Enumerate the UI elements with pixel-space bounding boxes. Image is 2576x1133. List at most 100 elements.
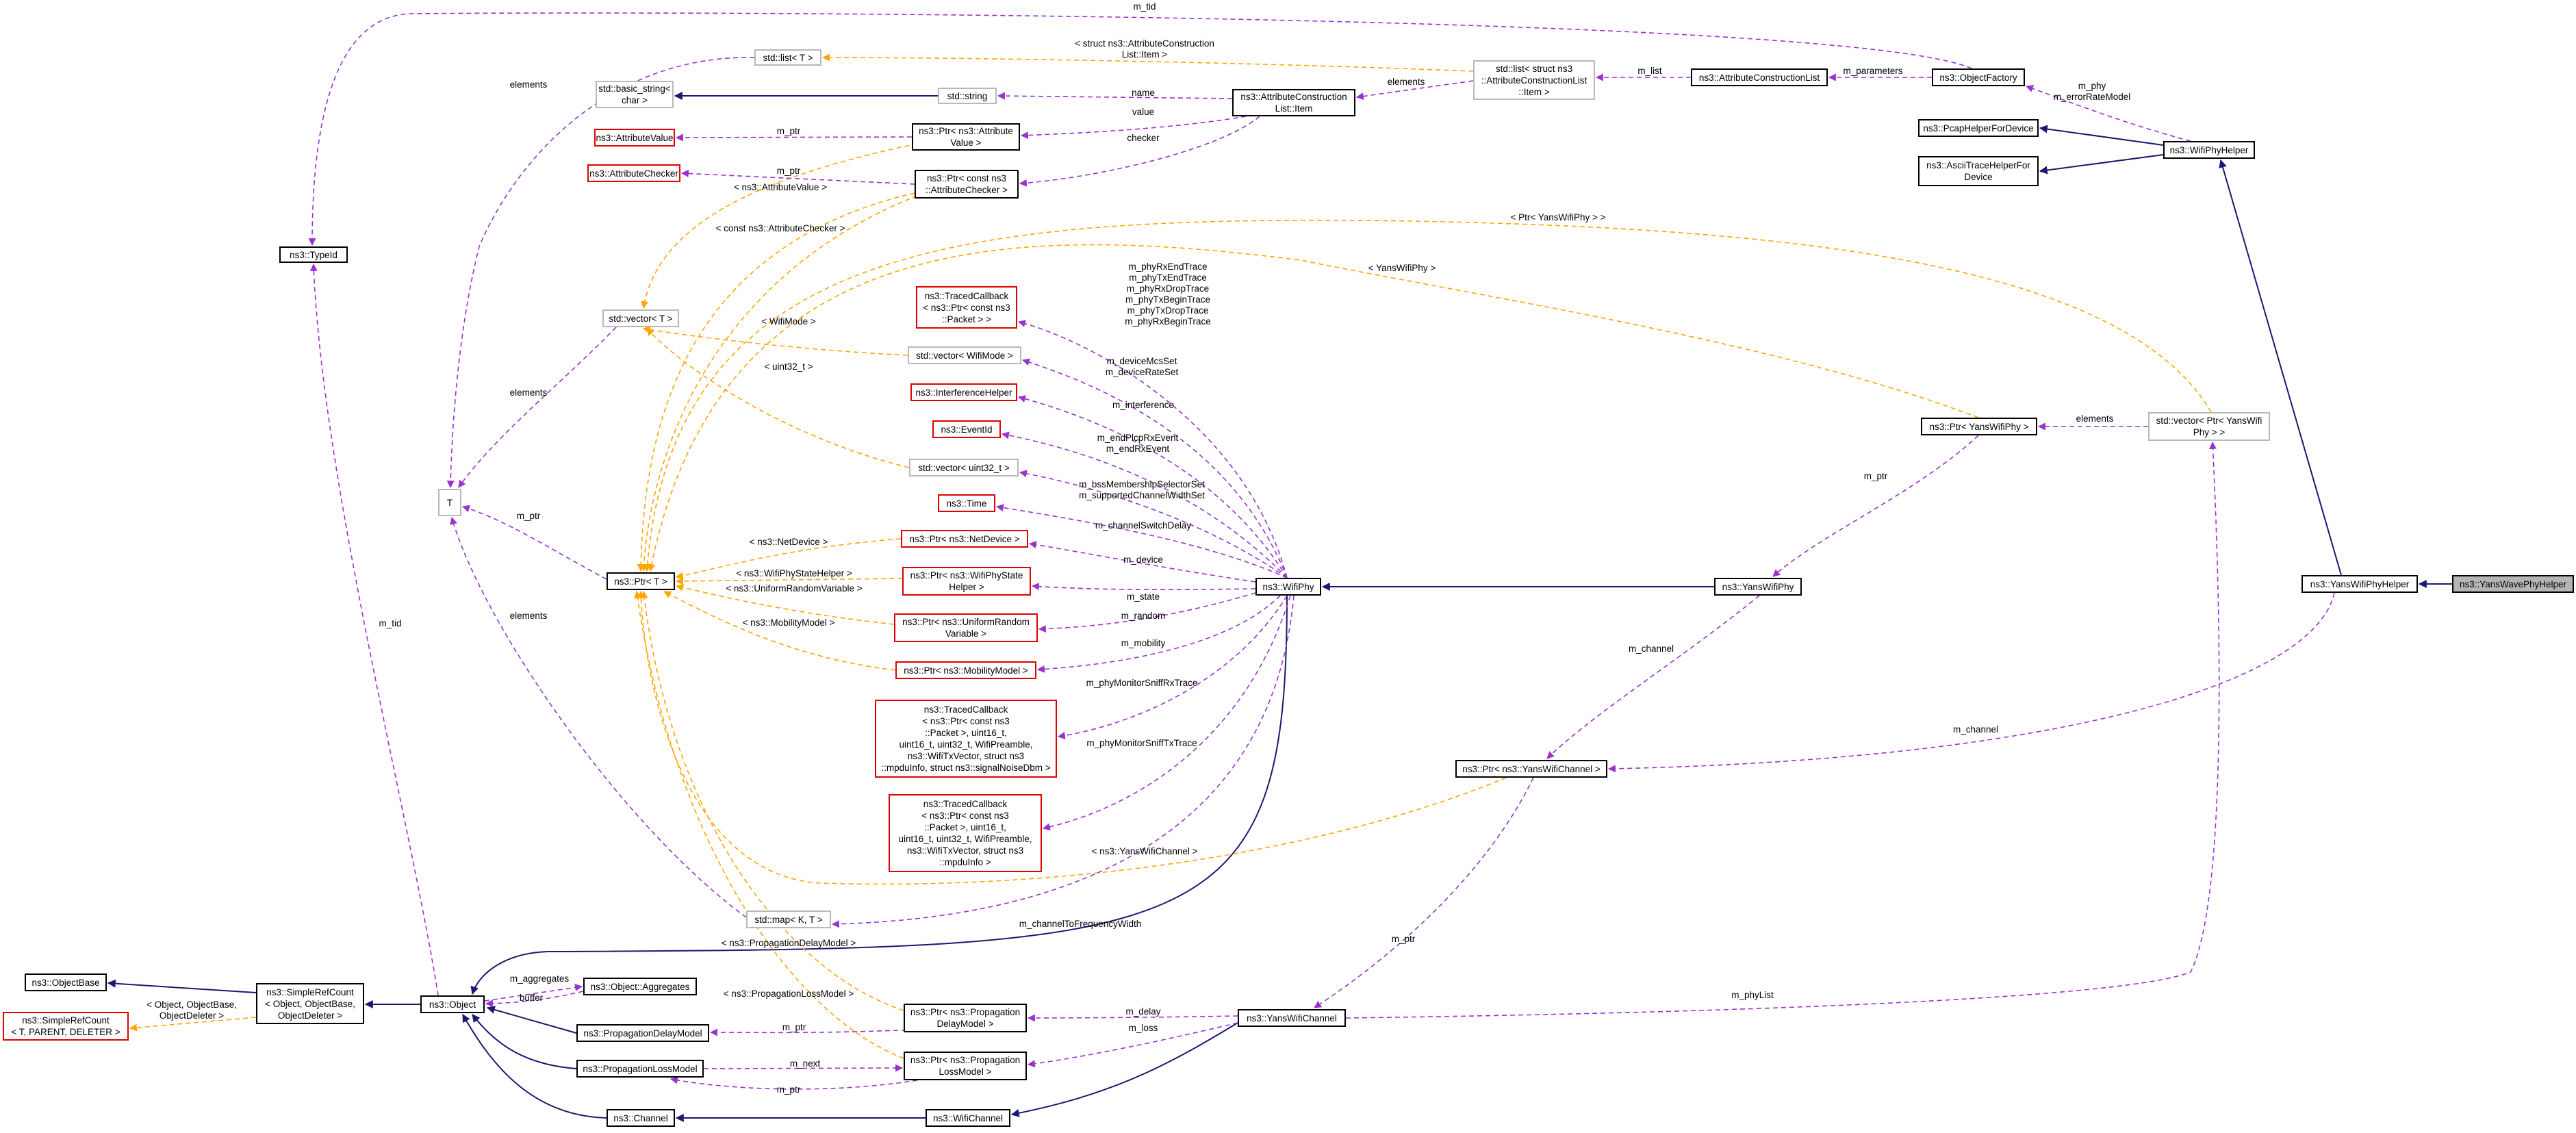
edge-label-tmpl-simple-ref: < Object, ObjectBase, ObjectDeleter > [146,1000,237,1021]
edge-label-elements-list: elements [510,79,548,90]
node-ptr-mobility[interactable]: ns3::Ptr< ns3::MobilityModel > [895,661,1036,679]
edge-label-elements-vector: elements [510,387,548,398]
mem-list-elements [446,57,755,489]
node-simple-ref-count[interactable]: ns3::SimpleRefCount < Object, ObjectBase… [256,983,364,1024]
inherit-prop-delay-to-object [486,1006,577,1034]
edge-label-m-mobility: m_mobility [1121,638,1166,648]
inherit-wifi-phy-helper-to-pcap [2039,125,2164,146]
tmpl-attr-checker-ptr [640,195,918,572]
node-ptr-attr-checker[interactable]: ns3::Ptr< const ns3 ::AttributeChecker > [915,170,1019,199]
node-wifi-phy-helper[interactable]: ns3::WifiPhyHelper [2163,141,2255,159]
tmpl-yans-channel-ptr [637,590,1507,885]
node-ptr-yans-wifi-phy[interactable]: ns3::Ptr< YansWifiPhy > [1921,418,2037,435]
node-ptr-wifiphy-state[interactable]: ns3::Ptr< ns3::WifiPhyState Helper > [902,567,1031,596]
node-pcap-helper[interactable]: ns3::PcapHelperForDevice [1918,119,2039,137]
inherit-prop-loss-to-object [472,1014,577,1069]
inherit-yans-helper-to-wifi-phy-helper [2219,159,2342,576]
node-vector-uint32[interactable]: std::vector< uint32_t > [909,459,1019,476]
node-yans-wifi-phy[interactable]: ns3::YansWifiPhy [1714,578,1802,596]
edge-label-m-channel-freq: m_channelToFrequencyWidth [1019,919,1142,929]
node-std-list-item[interactable]: std::list< struct ns3 ::AttributeConstru… [1473,60,1595,100]
tmpl-state-helper-ptr [675,577,903,585]
edge-label-m-device-mcs: m_deviceMcsSet m_deviceRateSet [1106,356,1179,377]
node-ptr-yans-wifi-channel[interactable]: ns3::Ptr< ns3::YansWifiChannel > [1455,760,1607,778]
inherit-yans-channel-to-wifi-channel [1010,1022,1238,1117]
mem-mobility [1036,595,1281,673]
mem-ptr-attr-value [675,133,913,142]
node-object-factory[interactable]: ns3::ObjectFactory [1932,68,2025,86]
node-attr-construction-item[interactable]: ns3::AttributeConstruction List::Item [1232,89,1355,116]
mem-device-mcs [1021,358,1288,578]
edge-label-layer: m_tid m_tid elements elements elements elemen… [146,1,2130,1095]
node-std-string[interactable]: std::string [938,88,997,104]
edge-label-tmpl-netdevice: < ns3::NetDevice > [750,537,828,547]
node-yans-wifi-phy-helper[interactable]: ns3::YansWifiPhyHelper [2301,575,2418,593]
node-std-map[interactable]: std::map< K, T > [746,911,831,928]
tmpl-wifimode-vector [642,326,908,356]
node-attribute-value[interactable]: ns3::AttributeValue [594,129,675,147]
node-basic-string[interactable]: std::basic_string< char > [596,81,674,108]
tmpl-uint32-vector [646,328,910,468]
edge-label-m-ptr-loss: m_ptr [777,1084,801,1095]
edge-label-elements-std-list: elements [1388,77,1425,87]
node-ptr-prop-delay[interactable]: ns3::Ptr< ns3::Propagation DelayModel > [904,1004,1027,1032]
edge-label-tmpl-attr-value: < ns3::AttributeValue > [734,182,827,192]
edge-label-tmpl-mobility: < ns3::MobilityModel > [742,618,834,628]
node-vector-ptr-yans[interactable]: std::vector< Ptr< YansWifi Phy > > [2148,412,2270,441]
node-attr-construction-list[interactable]: ns3::AttributeConstructionList [1691,68,1828,86]
edge-label-m-state: m_state [1127,591,1160,602]
node-list-t[interactable]: std::list< T > [754,49,821,66]
node-ptr-t[interactable]: ns3::Ptr< T > [607,572,675,590]
edge-label-m-aggregates: m_aggregates [510,973,570,984]
node-ptr-uniform-random[interactable]: ns3::Ptr< ns3::UniformRandom Variable > [894,613,1038,642]
node-wifi-channel[interactable]: ns3::WifiChannel [926,1109,1010,1127]
edge-label-m-device: m_device [1123,555,1163,565]
edge-label-tmpl-wifimode: < WifiMode > [761,316,816,327]
edge-label-m-monitor-tx: m_phyMonitorSniffTxTrace [1086,738,1197,748]
edge-layer [107,12,2452,1122]
edge-label-tmpl-uint32: < uint32_t > [764,361,813,372]
node-time[interactable]: ns3::Time [938,494,995,512]
node-interference-helper[interactable]: ns3::InterferenceHelper [910,383,1017,401]
node-simple-ref-count-t[interactable]: ns3::SimpleRefCount < T, PARENT, DELETER… [3,1012,129,1041]
node-vector-wifimode[interactable]: std::vector< WifiMode > [908,346,1021,364]
node-traced-cb-monitor-rx[interactable]: ns3::TracedCallback < ns3::Ptr< const ns… [875,700,1057,778]
edge-label-name: name [1132,88,1155,98]
node-std-vector-t[interactable]: std::vector< T > [602,309,679,327]
node-yans-wifi-channel[interactable]: ns3::YansWifiChannel [1238,1009,1346,1027]
node-traced-cb-monitor-tx[interactable]: ns3::TracedCallback < ns3::Ptr< const ns… [889,794,1042,872]
collaboration-diagram: m_tid m_tid elements elements elements elemen… [107,1,2452,1122]
mem-m-channel-helper [1607,592,2335,773]
node-object[interactable]: ns3::Object [420,995,485,1013]
node-event-id[interactable]: ns3::EventId [932,420,1001,438]
node-typeid[interactable]: ns3::TypeId [279,246,348,263]
tmpl-yans-phy-ptr [648,244,1979,572]
node-ascii-helper[interactable]: ns3::AsciiTraceHelperFor Device [1918,156,2039,186]
node-object-base[interactable]: ns3::ObjectBase [25,973,107,991]
node-t[interactable]: T [438,489,461,516]
edge-label-elements-yans: elements [2076,413,2114,424]
node-channel[interactable]: ns3::Channel [607,1109,675,1127]
node-ptr-attr-value[interactable]: ns3::Ptr< ns3::Attribute Value > [912,123,1020,151]
node-yans-wave-phy-helper[interactable]: ns3::YansWavePhyHelper [2452,575,2574,593]
node-propagation-delay-model[interactable]: ns3::PropagationDelayModel [576,1024,709,1042]
edge-label-m-bss: m_bssMembershipSelectorSet m_supportedCha… [1079,479,1205,500]
node-object-aggregates[interactable]: ns3::Object::Aggregates [583,978,697,995]
edge-label-m-end-plcp: m_endPlcpRxEvent m_endRxEvent [1097,433,1179,454]
edge-label-m-channel-helper: m_channel [1953,724,1998,735]
edge-label-m-next: m_next [790,1058,821,1069]
edge-label-elements-map: elements [510,611,548,621]
edge-label-m-ptr-delay: m_ptr [782,1022,806,1032]
node-ptr-netdevice[interactable]: ns3::Ptr< ns3::NetDevice > [901,530,1028,548]
mem-map-elements [450,516,747,918]
edge-label-tmpl-yans-phy: < YansWifiPhy > [1368,263,1436,273]
edge-label-m-ptr-ac: m_ptr [777,166,801,176]
node-attribute-checker[interactable]: ns3::AttributeChecker [587,164,680,182]
node-traced-cb-packet[interactable]: ns3::TracedCallback < ns3::Ptr< const ns… [916,286,1017,329]
node-ptr-prop-loss[interactable]: ns3::Ptr< ns3::Propagation LossModel > [904,1052,1027,1080]
node-wifi-phy[interactable]: ns3::WifiPhy [1255,578,1321,596]
edge-label-m-phy: m_phy m_errorRateModel [2054,81,2131,102]
edge-label-tmpl-prop-delay: < ns3::PropagationDelayModel > [722,938,856,948]
node-propagation-loss-model[interactable]: ns3::PropagationLossModel [576,1060,704,1078]
mem-name [997,92,1233,100]
